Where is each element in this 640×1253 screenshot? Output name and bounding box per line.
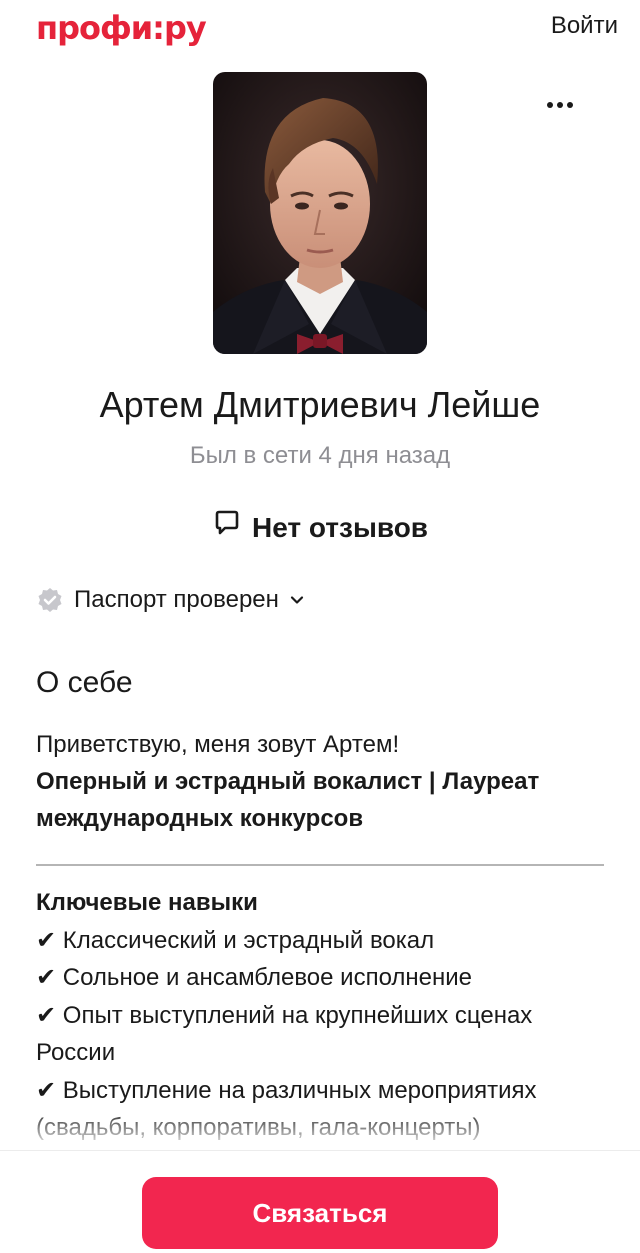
about-headline: Оперный и эстрадный вокалист | Лауреат м… — [36, 768, 540, 832]
passport-label: Паспорт проверен — [74, 586, 279, 613]
about-intro: Приветствую, меня зовут Артем! Оперный и… — [36, 726, 606, 837]
about-title: О себе — [36, 666, 133, 699]
profile-page: профи:ру Войти Артем Дмитриевич Лейше Бы… — [0, 0, 640, 1253]
verified-badge-icon — [36, 586, 64, 614]
content-fade — [0, 1108, 640, 1150]
more-dots-icon[interactable] — [540, 90, 580, 120]
skill-item: ✔ Опыт выступлений на крупнейших сценах … — [36, 1001, 533, 1067]
skill-item: ✔ Сольное и ансамблевое исполнение — [36, 964, 473, 991]
profi-logo[interactable]: профи:ру — [36, 8, 207, 48]
chat-bubble-icon — [212, 508, 242, 547]
reviews-label: Нет отзывов — [251, 511, 429, 543]
login-link[interactable]: Войти — [551, 10, 618, 42]
chevron-down-icon — [289, 592, 305, 608]
passport-verified[interactable]: Паспорт проверен — [36, 584, 305, 616]
profile-photo[interactable] — [213, 72, 427, 354]
about-greeting: Приветствую, меня зовут Артем! — [36, 731, 400, 758]
online-status: Был в сети 4 дня назад — [189, 442, 451, 469]
specialist-name: Артем Дмитриевич Лейше — [99, 384, 541, 425]
section-divider — [36, 864, 604, 866]
skill-item: ✔ Классический и эстрадный вокал — [36, 926, 435, 954]
contact-button[interactable]: Связаться — [142, 1177, 498, 1249]
top-bar: профи:ру Войти — [0, 0, 640, 56]
reviews-summary[interactable]: Нет отзывов — [0, 508, 640, 547]
skills-title: Ключевые навыки — [36, 889, 258, 916]
